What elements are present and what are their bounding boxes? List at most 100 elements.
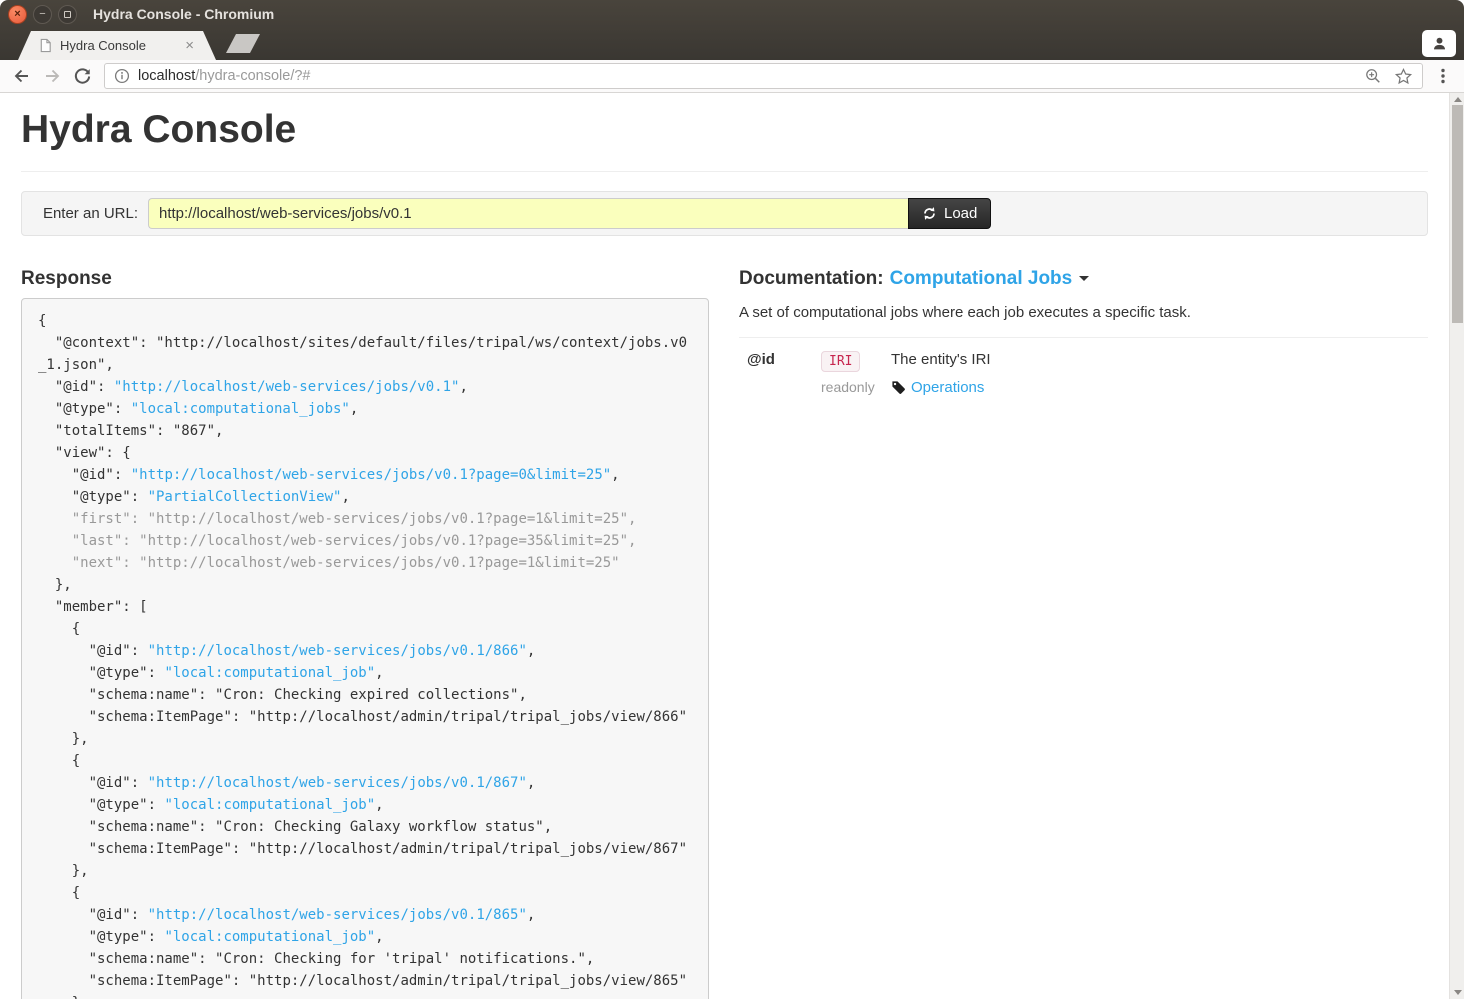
- json-text: {: [38, 313, 46, 329]
- json-text: "@type":: [38, 929, 164, 945]
- tab-close-icon[interactable]: ×: [185, 37, 194, 54]
- browser-tab[interactable]: Hydra Console ×: [18, 31, 216, 60]
- json-text: ,: [459, 379, 467, 395]
- browser-toolbar: localhost/hydra-console/?#: [0, 60, 1464, 93]
- json-text: "schema:ItemPage": "http://localhost/adm…: [38, 973, 687, 989]
- json-link[interactable]: "http://localhost/web-services/jobs/v0.1…: [148, 775, 527, 791]
- json-text: "schema:ItemPage": "http://localhost/adm…: [38, 709, 687, 725]
- json-text: "@id":: [38, 775, 148, 791]
- maximize-icon: [64, 11, 71, 18]
- json-text: "schema:name": "Cron: Checking expired c…: [38, 687, 527, 703]
- page-info-icon[interactable]: [114, 68, 130, 84]
- json-text: "@id":: [38, 907, 148, 923]
- scrollbar-up-arrow-icon[interactable]: [1454, 97, 1462, 102]
- forward-button[interactable]: [39, 63, 65, 89]
- browser-window-chrome: × − Hydra Console - Chromium Hydra Conso…: [0, 0, 1464, 60]
- forward-arrow-icon: [42, 66, 62, 86]
- json-text: },: [38, 577, 72, 593]
- tab-strip: Hydra Console ×: [0, 28, 1464, 60]
- json-text: "schema:ItemPage": "http://localhost/adm…: [38, 841, 687, 857]
- back-button[interactable]: [9, 63, 35, 89]
- property-type-badge: IRI: [821, 351, 860, 373]
- json-text: "@type":: [38, 797, 164, 813]
- json-text: "schema:name": "Cron: Checking Galaxy wo…: [38, 819, 552, 835]
- url-host: localhost: [138, 68, 195, 84]
- zoom-icon[interactable]: [1364, 67, 1382, 85]
- url-form: Enter an URL: Load: [21, 191, 1428, 236]
- url-form-label: Enter an URL:: [30, 205, 148, 222]
- json-link[interactable]: "local:computational_job": [164, 929, 375, 945]
- tab-title: Hydra Console: [60, 38, 185, 53]
- property-name: @id: [747, 351, 821, 368]
- json-text: "totalItems": "867",: [38, 423, 223, 439]
- json-text: ,: [375, 665, 383, 681]
- json-link[interactable]: "http://localhost/web-services/jobs/v0.1…: [131, 467, 611, 483]
- window-maximize-button[interactable]: [58, 5, 77, 24]
- json-text: },: [38, 863, 89, 879]
- scrollbar-thumb[interactable]: [1452, 105, 1463, 323]
- json-text: ,: [341, 489, 349, 505]
- json-text: "last": "http://localhost/web-services/j…: [38, 533, 636, 549]
- json-link[interactable]: "local:computational_job": [164, 797, 375, 813]
- json-text: {: [38, 885, 80, 901]
- page-scrollbar[interactable]: [1449, 93, 1464, 999]
- json-text: ,: [527, 643, 535, 659]
- window-title: Hydra Console - Chromium: [93, 6, 274, 22]
- json-link[interactable]: "local:computational_jobs": [131, 401, 350, 417]
- reload-icon: [73, 67, 92, 86]
- json-text: "schema:name": "Cron: Checking for 'trip…: [38, 951, 594, 967]
- refresh-icon: [922, 206, 937, 221]
- documentation-heading: Documentation:: [739, 268, 884, 290]
- json-link[interactable]: "local:computational_job": [164, 665, 375, 681]
- json-text: "view": {: [38, 445, 131, 461]
- json-text: ,: [375, 797, 383, 813]
- bookmark-star-icon[interactable]: [1394, 67, 1413, 86]
- json-text: "@type":: [38, 489, 148, 505]
- json-link[interactable]: "http://localhost/web-services/jobs/v0.1…: [114, 379, 460, 395]
- documentation-description: A set of computational jobs where each j…: [739, 304, 1428, 321]
- scrollbar-down-arrow-icon[interactable]: [1454, 990, 1462, 995]
- property-access-label: readonly: [821, 379, 891, 395]
- back-arrow-icon: [12, 66, 32, 86]
- chevron-down-icon[interactable]: [1079, 276, 1089, 281]
- json-link[interactable]: "PartialCollectionView": [148, 489, 342, 505]
- profile-avatar-button[interactable]: [1422, 30, 1456, 57]
- json-text: ,: [375, 929, 383, 945]
- documentation-panel: Documentation: Computational Jobs A set …: [739, 268, 1428, 999]
- json-text: {: [38, 621, 80, 637]
- url-input[interactable]: [148, 198, 908, 229]
- load-button[interactable]: Load: [908, 198, 991, 229]
- load-button-label: Load: [944, 205, 977, 222]
- json-text: "@context": "http://localhost/sites/defa…: [38, 335, 687, 373]
- browser-menu-icon[interactable]: [1431, 64, 1455, 88]
- operations-link[interactable]: Operations: [911, 379, 984, 396]
- window-close-button[interactable]: ×: [8, 5, 27, 24]
- tag-icon: [891, 380, 906, 395]
- property-description: The entity's IRI: [891, 351, 1428, 368]
- json-text: "next": "http://localhost/web-services/j…: [38, 555, 620, 571]
- json-link[interactable]: "http://localhost/web-services/jobs/v0.1…: [148, 643, 527, 659]
- page-icon: [38, 38, 53, 53]
- json-text: "member": [: [38, 599, 148, 615]
- url-bar[interactable]: localhost/hydra-console/?#: [104, 63, 1423, 89]
- json-text: ,: [527, 907, 535, 923]
- reload-button[interactable]: [69, 63, 95, 89]
- window-minimize-button[interactable]: −: [33, 5, 52, 24]
- json-text: "@id":: [38, 643, 148, 659]
- json-text: "first": "http://localhost/web-services/…: [38, 511, 636, 527]
- response-panel: Response { "@context": "http://localhost…: [21, 268, 709, 999]
- json-text: "@type":: [38, 665, 164, 681]
- json-text: ,: [611, 467, 619, 483]
- json-text: {: [38, 753, 80, 769]
- json-text: ,: [527, 775, 535, 791]
- title-divider: [21, 171, 1428, 172]
- new-tab-button[interactable]: [226, 34, 260, 53]
- json-text: "@id":: [38, 467, 131, 483]
- page-title: Hydra Console: [21, 93, 1428, 155]
- documentation-class-link[interactable]: Computational Jobs: [890, 268, 1073, 290]
- response-json: { "@context": "http://localhost/sites/de…: [21, 298, 709, 999]
- url-path: /hydra-console/?#: [195, 68, 310, 84]
- json-link[interactable]: "http://localhost/web-services/jobs/v0.1…: [148, 907, 527, 923]
- documentation-divider: [739, 337, 1428, 338]
- page-content: Hydra Console Enter an URL: Load Respons…: [0, 93, 1449, 999]
